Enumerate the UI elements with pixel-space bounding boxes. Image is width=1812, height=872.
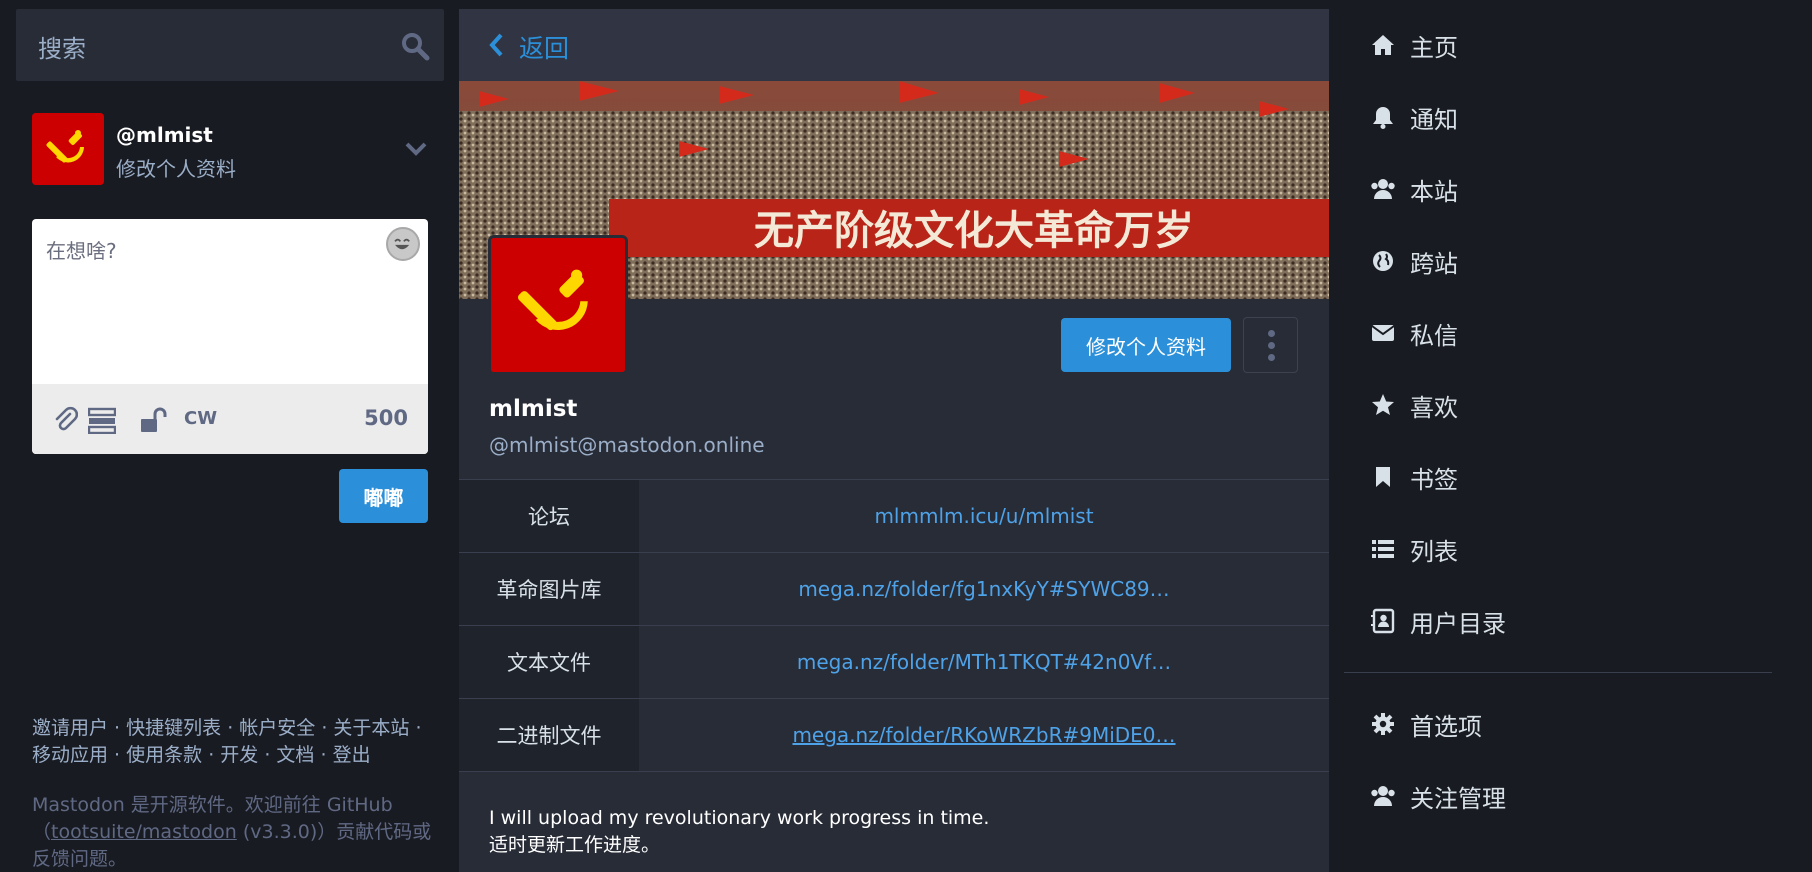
profile-bio: I will upload my revolutionary work prog… bbox=[489, 805, 989, 859]
nav-notifications[interactable]: 通知 bbox=[1370, 97, 1458, 137]
users-icon bbox=[1371, 179, 1395, 199]
profile-field-row: 论坛 mlmmlm.icu/u/mlmist bbox=[459, 480, 1329, 553]
github-link[interactable]: tootsuite/mastodon bbox=[51, 821, 237, 843]
nav-label: 喜欢 bbox=[1410, 393, 1458, 422]
nav-lists[interactable]: 列表 bbox=[1370, 529, 1458, 569]
compose-column: 搜索 @mlmist 修改个人资料 在想啥? CW 500 嘟嘟 邀请用户 · … bbox=[16, 9, 444, 872]
nav-follow-management[interactable]: 关注管理 bbox=[1370, 776, 1506, 816]
logout-link[interactable]: 登出 bbox=[333, 744, 371, 766]
chevron-down-icon[interactable] bbox=[404, 139, 428, 159]
more-dot bbox=[1268, 330, 1275, 337]
chevron-left-icon bbox=[489, 33, 503, 57]
address-book-icon bbox=[1371, 608, 1395, 634]
field-value-link[interactable]: mega.nz/folder/MTh1TKQT#42n0Vf… bbox=[639, 626, 1329, 698]
envelope-icon bbox=[1371, 325, 1395, 341]
more-dot bbox=[1268, 342, 1275, 349]
profile-column: 返回 无产阶级文化大革命万岁 修改个人资料 mlmist @mlmist@mas… bbox=[459, 9, 1329, 872]
nav-favourites[interactable]: 喜欢 bbox=[1370, 385, 1458, 425]
emoji-face-icon bbox=[394, 238, 410, 250]
profile-field-row: 文本文件 mega.nz/folder/MTh1TKQT#42n0Vf… bbox=[459, 626, 1329, 699]
more-options-button[interactable] bbox=[1243, 317, 1298, 373]
compose-textarea[interactable]: 在想啥? bbox=[46, 235, 117, 264]
search-placeholder: 搜索 bbox=[38, 35, 86, 63]
terms-link[interactable]: 使用条款 bbox=[126, 744, 202, 766]
nav-local[interactable]: 本站 bbox=[1370, 169, 1458, 209]
current-account: @mlmist 修改个人资料 bbox=[32, 113, 444, 187]
search-input[interactable]: 搜索 bbox=[16, 9, 444, 81]
nav-home[interactable]: 主页 bbox=[1370, 25, 1458, 65]
emoji-icon[interactable] bbox=[386, 227, 420, 261]
bio-line: I will upload my revolutionary work prog… bbox=[489, 807, 990, 829]
security-link[interactable]: 帐户安全 bbox=[239, 717, 315, 739]
nav-bookmarks[interactable]: 书签 bbox=[1370, 457, 1458, 497]
username: @mlmist@mastodon.online bbox=[489, 433, 765, 457]
profile-avatar[interactable] bbox=[488, 235, 628, 375]
profile-field-row: 革命图片库 mega.nz/folder/fg1nxKyY#SYWC89… bbox=[459, 553, 1329, 626]
gear-icon bbox=[1372, 713, 1394, 735]
bookmark-icon bbox=[1376, 467, 1390, 487]
list-icon bbox=[1372, 540, 1394, 558]
nav-label: 关注管理 bbox=[1410, 784, 1506, 813]
nav-divider bbox=[1344, 672, 1772, 673]
field-value-link[interactable]: mega.nz/folder/fg1nxKyY#SYWC89… bbox=[639, 553, 1329, 625]
developers-link[interactable]: 开发 bbox=[220, 744, 258, 766]
profile-fields: 论坛 mlmmlm.icu/u/mlmist 革命图片库 mega.nz/fol… bbox=[459, 479, 1329, 772]
unlock-icon[interactable] bbox=[140, 406, 168, 434]
field-value-link[interactable]: mlmmlm.icu/u/mlmist bbox=[639, 480, 1329, 552]
avatar[interactable] bbox=[32, 113, 104, 185]
navigation-panel: 主页 通知 本站 跨站 私信 喜欢 书签 列表 用户目录 首选项 关注管理 bbox=[1344, 9, 1812, 872]
edit-profile-button[interactable]: 修改个人资料 bbox=[1061, 318, 1231, 372]
hammer-sickle-icon bbox=[491, 238, 625, 372]
back-button[interactable]: 返回 bbox=[459, 9, 1329, 81]
compose-form: 在想啥? CW 500 bbox=[32, 219, 428, 454]
bell-icon bbox=[1373, 107, 1393, 129]
field-value-link[interactable]: mega.nz/folder/RKoWRZbR#9MiDE0… bbox=[639, 699, 1329, 771]
nav-direct-messages[interactable]: 私信 bbox=[1370, 313, 1458, 353]
poll-icon[interactable] bbox=[88, 406, 116, 434]
character-counter: 500 bbox=[364, 406, 408, 430]
edit-profile-link[interactable]: 修改个人资料 bbox=[116, 153, 236, 182]
hammer-sickle-icon bbox=[32, 113, 104, 185]
nav-federated[interactable]: 跨站 bbox=[1370, 241, 1458, 281]
globe-icon bbox=[1373, 251, 1393, 271]
nav-label: 首选项 bbox=[1410, 712, 1482, 741]
nav-preferences[interactable]: 首选项 bbox=[1370, 704, 1482, 744]
compose-toolbar: CW 500 bbox=[32, 384, 428, 454]
display-name: mlmist bbox=[489, 396, 578, 422]
home-icon bbox=[1372, 35, 1394, 55]
users-icon bbox=[1371, 786, 1395, 806]
field-name: 文本文件 bbox=[459, 626, 639, 698]
bio-line: 适时更新工作进度。 bbox=[489, 834, 661, 856]
field-name: 论坛 bbox=[459, 480, 639, 552]
nav-label: 跨站 bbox=[1410, 249, 1458, 278]
banner-slogan: 无产阶级文化大革命万岁 bbox=[754, 207, 1194, 254]
paperclip-icon[interactable] bbox=[54, 406, 78, 434]
nav-label: 通知 bbox=[1410, 105, 1458, 134]
field-name: 革命图片库 bbox=[459, 553, 639, 625]
back-label: 返回 bbox=[519, 34, 570, 63]
star-icon bbox=[1372, 394, 1394, 415]
toot-button[interactable]: 嘟嘟 bbox=[339, 469, 428, 523]
hotkeys-link[interactable]: 快捷键列表 bbox=[126, 717, 221, 739]
nav-label: 私信 bbox=[1410, 321, 1458, 350]
nav-label: 列表 bbox=[1410, 537, 1458, 566]
nav-label: 用户目录 bbox=[1410, 609, 1506, 638]
nav-directory[interactable]: 用户目录 bbox=[1370, 601, 1506, 641]
content-warning-button[interactable]: CW bbox=[184, 408, 217, 429]
apps-link[interactable]: 移动应用 bbox=[32, 744, 108, 766]
nav-label: 书签 bbox=[1410, 465, 1458, 494]
more-dot bbox=[1268, 354, 1275, 361]
nav-label: 主页 bbox=[1410, 33, 1458, 62]
nav-label: 本站 bbox=[1410, 177, 1458, 206]
invite-link[interactable]: 邀请用户 bbox=[32, 717, 108, 739]
footer-links: 邀请用户 · 快捷键列表 · 帐户安全 · 关于本站 · 移动应用 · 使用条款… bbox=[32, 717, 422, 766]
docs-link[interactable]: 文档 bbox=[276, 744, 314, 766]
about-text: Mastodon 是开源软件。欢迎前往 GitHub（tootsuite/mas… bbox=[32, 792, 442, 872]
field-name: 二进制文件 bbox=[459, 699, 639, 771]
search-icon[interactable] bbox=[400, 31, 430, 61]
profile-field-row: 二进制文件 mega.nz/folder/RKoWRZbR#9MiDE0… bbox=[459, 699, 1329, 772]
account-handle[interactable]: @mlmist bbox=[116, 123, 213, 147]
about-link[interactable]: 关于本站 bbox=[333, 717, 409, 739]
